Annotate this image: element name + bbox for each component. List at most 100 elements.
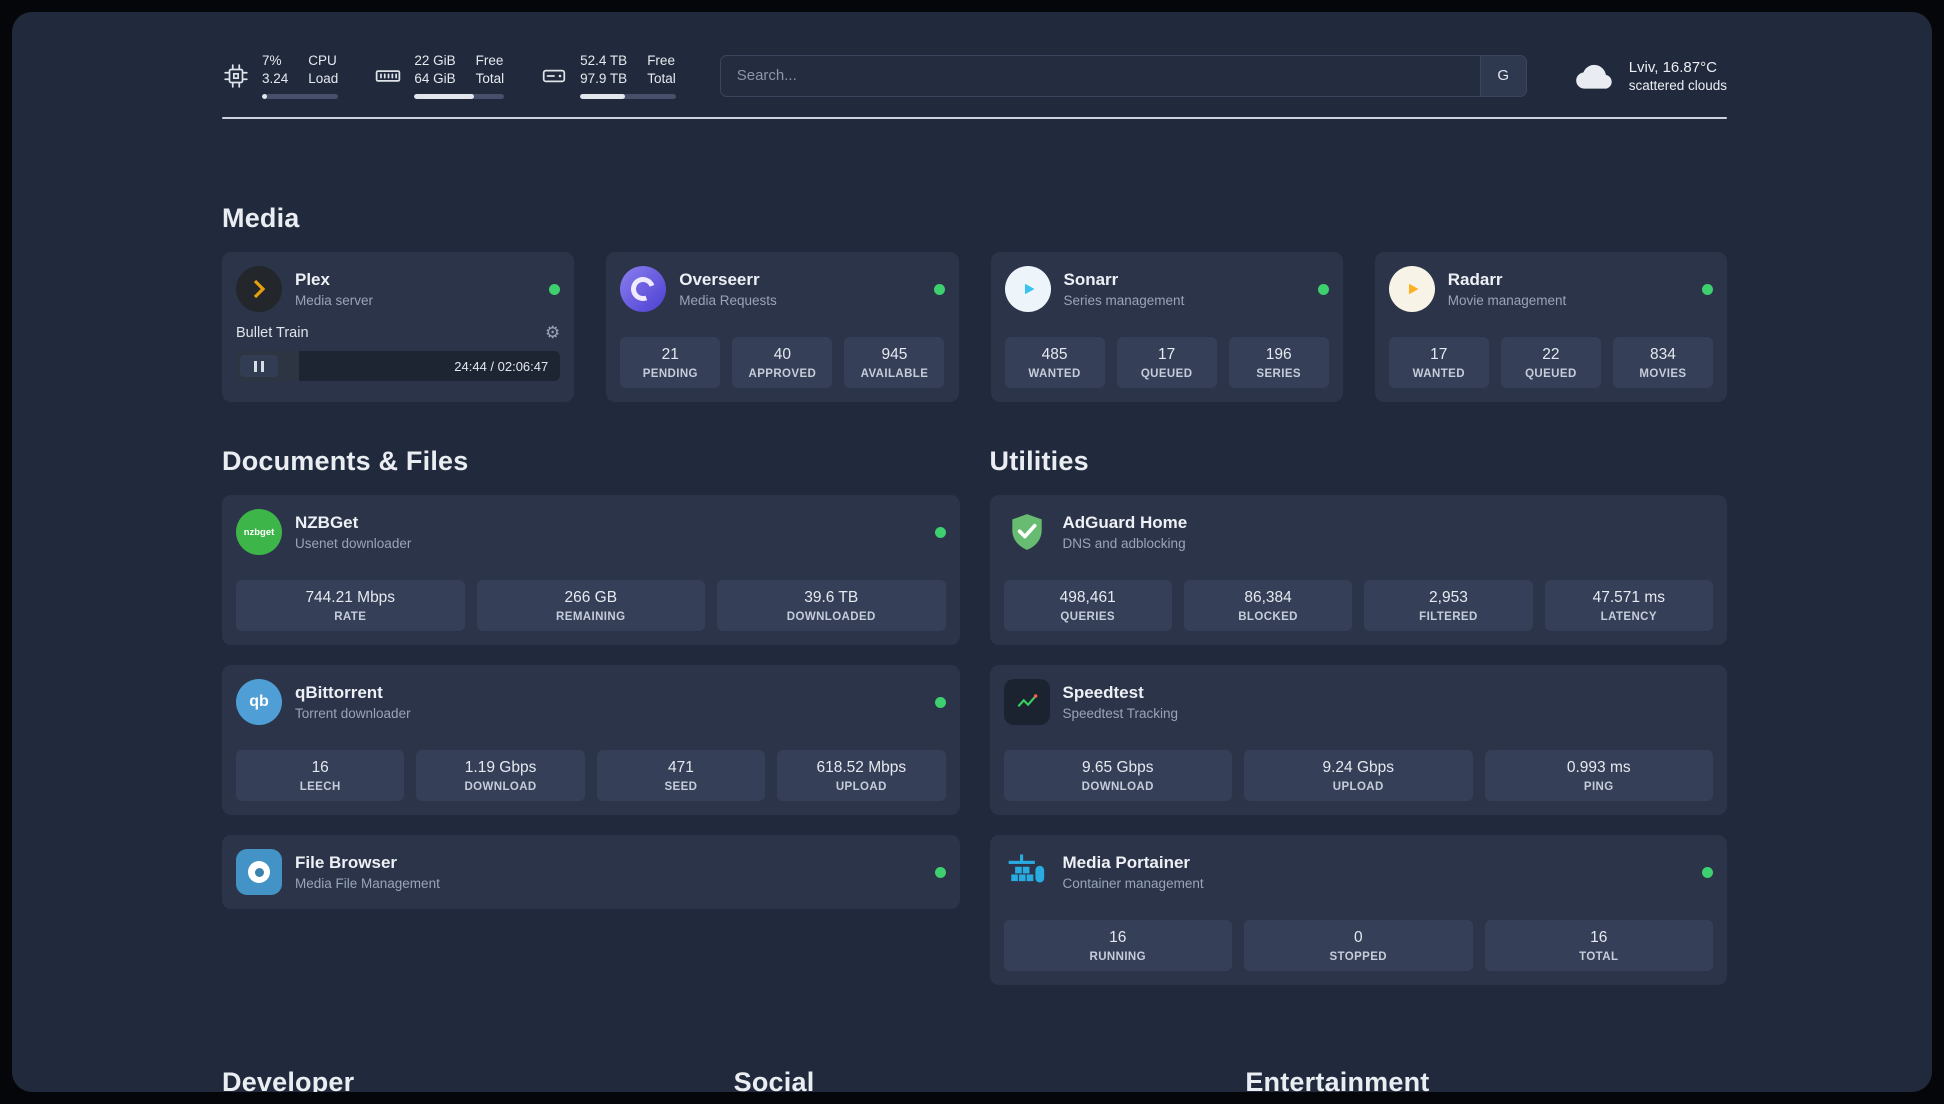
plex-icon xyxy=(236,266,282,313)
app-card-radarr[interactable]: Radarr Movie management 17 WANTED 22 QUE… xyxy=(1374,252,1727,403)
overseerr-icon xyxy=(620,266,667,313)
portainer-icon xyxy=(1004,849,1050,895)
dashboard: 7% 3.24 CPU Load 22 GiB 64 GiB Free Tota… xyxy=(12,12,1932,1092)
stat-movies: 834 MOVIES xyxy=(1612,337,1713,389)
app-desc: Container management xyxy=(1062,876,1204,892)
app-desc: Media File Management xyxy=(295,876,440,892)
app-card-portainer[interactable]: Media Portainer Container management 16 … xyxy=(989,835,1727,986)
app-desc: Torrent downloader xyxy=(295,706,411,722)
section-social: Social LI LinkedIn linkedin.com TW Twitt… xyxy=(734,1067,1216,1092)
gear-icon[interactable]: ⚙ xyxy=(545,324,560,341)
stat-download: 1.19 Gbps DOWNLOAD xyxy=(416,750,585,802)
disk-icon xyxy=(540,62,568,90)
stat-blocked: 86,384 BLOCKED xyxy=(1183,580,1353,632)
plex-player: 24:44 / 02:06:47 xyxy=(236,351,561,382)
app-card-qbittorrent[interactable]: qb qBittorrent Torrent downloader 16 LEE… xyxy=(222,665,960,816)
adguard-icon xyxy=(1004,509,1050,555)
status-online-dot xyxy=(1702,283,1713,295)
now-playing-title: Bullet Train xyxy=(236,324,309,341)
pause-button[interactable] xyxy=(240,355,278,378)
disk-free-value: 52.4 TB xyxy=(580,53,628,68)
ram-free-value: 22 GiB xyxy=(414,53,456,68)
ram-icon xyxy=(374,62,402,90)
app-card-filebrowser[interactable]: File Browser Media File Management xyxy=(222,835,960,910)
stat-download: 9.65 Gbps DOWNLOAD xyxy=(1003,750,1232,802)
app-name: File Browser xyxy=(295,853,398,873)
cloud-icon xyxy=(1571,56,1617,96)
section-title-documents: Documents & Files xyxy=(222,446,469,477)
status-online-dot xyxy=(549,283,561,295)
ram-usage-bar xyxy=(414,94,505,100)
app-card-nzbget[interactable]: nzbget NZBGet Usenet downloader 744.21 M… xyxy=(222,495,960,646)
stat-total: 16 TOTAL xyxy=(1484,920,1713,972)
cpu-label-bottom: Load xyxy=(308,71,339,87)
section-documents: Documents & Files nzbget NZBGet Usenet d… xyxy=(222,446,960,910)
app-name: qBittorrent xyxy=(295,683,383,703)
filebrowser-icon xyxy=(236,849,282,896)
search-engine-button[interactable]: G xyxy=(1479,55,1526,96)
stat-upload: 618.52 Mbps UPLOAD xyxy=(777,750,946,802)
app-desc: Speedtest Tracking xyxy=(1062,706,1179,722)
section-title-media: Media xyxy=(222,203,300,234)
section-title-utilities: Utilities xyxy=(989,446,1089,477)
topbar-divider xyxy=(222,117,1727,120)
system-widgets: 7% 3.24 CPU Load 22 GiB 64 GiB Free Tota… xyxy=(222,52,676,100)
top-bar: 7% 3.24 CPU Load 22 GiB 64 GiB Free Tota… xyxy=(222,52,1727,100)
stat-approved: 40 APPROVED xyxy=(732,337,833,389)
status-online-dot xyxy=(934,526,946,538)
app-name: AdGuard Home xyxy=(1062,513,1188,533)
app-desc: Series management xyxy=(1063,293,1185,309)
app-name: Plex xyxy=(295,270,330,290)
disk-widget: 52.4 TB 97.9 TB Free Total xyxy=(540,52,676,100)
speedtest-icon xyxy=(1003,679,1050,726)
cpu-widget: 7% 3.24 CPU Load xyxy=(222,52,339,100)
app-name: Sonarr xyxy=(1063,270,1119,290)
playback-time: 24:44 / 02:06:47 xyxy=(454,358,549,374)
app-desc: Media server xyxy=(295,293,374,309)
stat-downloaded: 39.6 TB DOWNLOADED xyxy=(717,580,946,632)
app-card-overseerr[interactable]: Overseerr Media Requests 21 PENDING 40 A… xyxy=(606,252,959,403)
status-online-dot xyxy=(1317,283,1329,295)
stat-leech: 16 LEECH xyxy=(236,750,405,802)
app-card-speedtest[interactable]: Speedtest Speedtest Tracking 9.65 Gbps D… xyxy=(989,665,1727,816)
cpu-label-top: CPU xyxy=(308,53,337,68)
ram-total-value: 64 GiB xyxy=(414,71,456,87)
app-name: Overseerr xyxy=(679,270,760,290)
stat-queued: 17 QUEUED xyxy=(1116,337,1217,389)
app-desc: Media Requests xyxy=(679,293,777,309)
cpu-percent: 7% xyxy=(262,53,282,68)
section-title-social: Social xyxy=(733,1067,815,1092)
app-card-adguard[interactable]: AdGuard Home DNS and adblocking 498,461 … xyxy=(989,495,1727,646)
cpu-usage-bar xyxy=(262,94,339,100)
stat-stopped: 0 STOPPED xyxy=(1244,920,1473,972)
desktop-frame: 7% 3.24 CPU Load 22 GiB 64 GiB Free Tota… xyxy=(0,0,1944,1104)
stat-rate: 744.21 Mbps RATE xyxy=(236,580,465,632)
app-card-sonarr[interactable]: Sonarr Series management 485 WANTED 17 Q… xyxy=(990,252,1343,403)
status-online-dot xyxy=(934,696,946,708)
section-title-entertainment: Entertainment xyxy=(1245,1067,1430,1092)
status-online-dot xyxy=(933,283,945,295)
app-desc: DNS and adblocking xyxy=(1062,536,1186,552)
disk-label-bottom: Total xyxy=(647,71,676,87)
stat-queries: 498,461 QUERIES xyxy=(1003,580,1172,632)
search-input[interactable] xyxy=(719,54,1527,97)
ram-widget: 22 GiB 64 GiB Free Total xyxy=(374,52,505,100)
weather-condition: scattered clouds xyxy=(1628,77,1727,93)
app-card-plex[interactable]: Plex Media server Bullet Train ⚙ 24:44 /… xyxy=(222,252,575,403)
disk-label-top: Free xyxy=(647,53,675,68)
radarr-icon xyxy=(1388,266,1435,313)
app-desc: Movie management xyxy=(1447,293,1567,309)
qbittorrent-icon: qb xyxy=(236,679,282,726)
stat-wanted: 17 WANTED xyxy=(1388,337,1489,389)
app-name: Speedtest xyxy=(1062,683,1144,703)
ram-label-bottom: Total xyxy=(475,71,505,87)
stat-pending: 21 PENDING xyxy=(620,337,721,389)
stat-available: 945 AVAILABLE xyxy=(844,337,945,389)
stat-queued: 22 QUEUED xyxy=(1500,337,1601,389)
cpu-load-value: 3.24 xyxy=(262,71,289,87)
stat-filtered: 2,953 FILTERED xyxy=(1364,580,1533,632)
stat-ping: 0.993 ms PING xyxy=(1484,750,1713,802)
stat-series: 196 SERIES xyxy=(1228,337,1329,389)
weather-location: Lviv, 16.87°C xyxy=(1628,58,1717,76)
app-name: Media Portainer xyxy=(1062,853,1191,873)
